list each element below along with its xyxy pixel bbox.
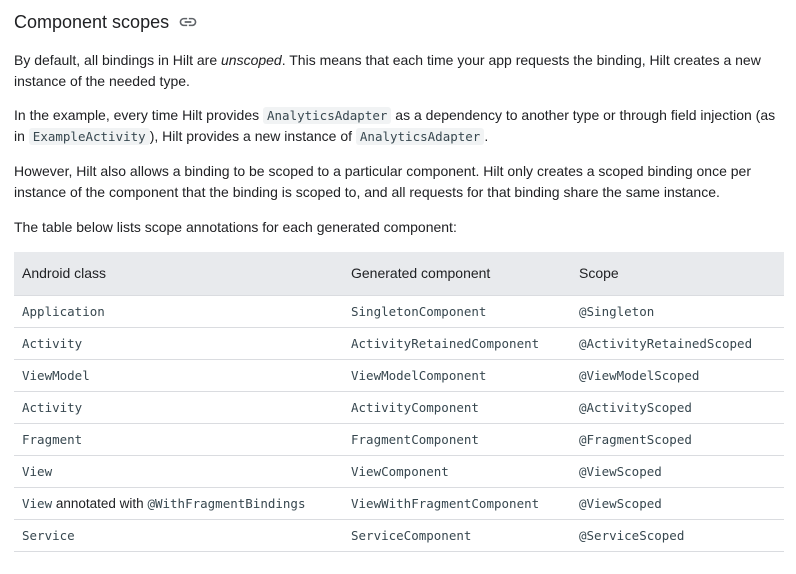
cell-scope: @ActivityScoped: [571, 391, 784, 424]
table-row: Service ServiceComponent @ServiceScoped: [14, 519, 784, 552]
paragraph-example: In the example, every time Hilt provides…: [14, 105, 784, 147]
page: Component scopes By default, all binding…: [0, 10, 796, 574]
cell-android-class: Application: [14, 295, 343, 328]
p2-text-c: ), Hilt provides a new instance of: [149, 128, 356, 144]
cell-scope: @Singleton: [571, 295, 784, 328]
cell-code-view: View: [22, 495, 53, 511]
table-row: Activity ActivityRetainedComponent @Acti…: [14, 327, 784, 360]
p2-text-a: In the example, every time Hilt provides: [14, 107, 263, 123]
paragraph-table-intro: The table below lists scope annotations …: [14, 219, 457, 235]
cell-android-class: Activity: [14, 327, 343, 360]
cell-scope: @ServiceScoped: [571, 519, 784, 552]
cell-component: FragmentComponent: [343, 423, 571, 456]
p1-text-before: By default, all bindings in Hilt are: [14, 52, 221, 68]
section-heading: Component scopes: [14, 10, 784, 34]
cell-component: ViewModelComponent: [343, 359, 571, 392]
code-example-activity: ExampleActivity: [28, 128, 150, 145]
header-android-class: Android class: [14, 252, 343, 296]
link-icon[interactable]: [178, 12, 198, 32]
cell-android-class: Service: [14, 519, 343, 552]
cell-scope: @ViewScoped: [571, 455, 784, 488]
scope-table: Android class Generated component Scope …: [14, 252, 784, 552]
section-title: Component scopes: [14, 11, 170, 32]
cell-component: ActivityComponent: [343, 391, 571, 424]
cell-android-class: View: [14, 455, 343, 488]
code-analytics-adapter: AnalyticsAdapter: [263, 107, 392, 124]
table-row: Activity ActivityComponent @ActivityScop…: [14, 391, 784, 424]
table-header-row: Android class Generated component Scope: [14, 252, 784, 296]
cell-scope: @ActivityRetainedScoped: [571, 327, 784, 360]
cell-scope: @FragmentScoped: [571, 423, 784, 456]
cell-android-class: ViewModel: [14, 359, 343, 392]
cell-component: ViewComponent: [343, 455, 571, 488]
p1-emphasis: unscoped: [221, 52, 282, 68]
cell-scope: @ViewScoped: [571, 487, 784, 520]
code-analytics-adapter-2: AnalyticsAdapter: [355, 128, 485, 145]
cell-component: ActivityRetainedComponent: [343, 327, 571, 360]
link-icon-svg: [179, 17, 197, 27]
cell-component: SingletonComponent: [343, 295, 571, 328]
table-row: Application SingletonComponent @Singleto…: [14, 295, 784, 328]
table-row: Fragment FragmentComponent @FragmentScop…: [14, 423, 784, 456]
table-row: View annotated with @WithFragmentBinding…: [14, 487, 784, 520]
paragraph-unscoped: By default, all bindings in Hilt are uns…: [14, 50, 784, 92]
cell-android-class: Fragment: [14, 423, 343, 456]
header-generated-component: Generated component: [343, 252, 571, 296]
cell-code-with-fragment-bindings: @WithFragmentBindings: [147, 495, 306, 511]
header-scope: Scope: [571, 252, 784, 296]
p2-text-d: .: [484, 128, 489, 144]
table-row: ViewModel ViewModelComponent @ViewModelS…: [14, 359, 784, 392]
cell-component: ServiceComponent: [343, 519, 571, 552]
paragraph-scoped: However, Hilt also allows a binding to b…: [14, 163, 751, 200]
cell-component: ViewWithFragmentComponent: [343, 487, 571, 520]
cell-android-class: Activity: [14, 391, 343, 424]
cell-scope: @ViewModelScoped: [571, 359, 784, 392]
cell-annotated-with: annotated with: [52, 495, 148, 511]
table-row: View ViewComponent @ViewScoped: [14, 455, 784, 488]
cell-android-class: View annotated with @WithFragmentBinding…: [14, 487, 343, 520]
